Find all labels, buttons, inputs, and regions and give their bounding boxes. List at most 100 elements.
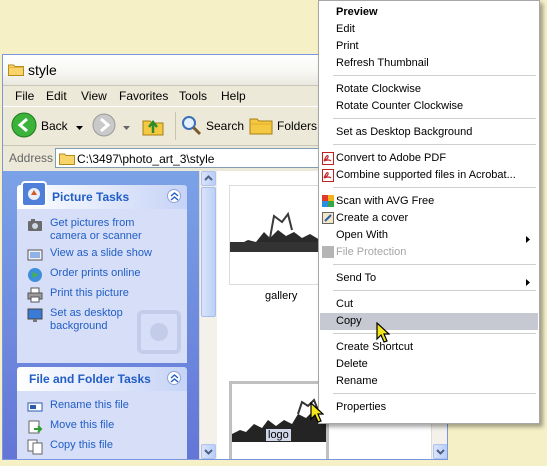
printer-icon <box>27 287 43 303</box>
file-folder-tasks-body: Rename this file Move this file Copy thi… <box>17 391 187 459</box>
menu-item-properties[interactable]: Properties <box>320 399 538 416</box>
task-label: View as a slide show <box>50 247 152 259</box>
back-arrow-icon <box>11 112 37 141</box>
avg-icon <box>322 195 334 210</box>
scroll-down-button[interactable] <box>201 444 216 459</box>
file-name-gallery[interactable]: gallery <box>265 290 297 302</box>
menu-item-rotate-clockwise[interactable]: Rotate Clockwise <box>320 81 538 98</box>
dropdown-arrow-icon[interactable] <box>75 119 83 133</box>
picture-tasks-icon <box>21 181 47 210</box>
menu-item-set-desktop-background[interactable]: Set as Desktop Background <box>320 124 538 141</box>
move-icon <box>27 419 43 435</box>
menu-item-preview[interactable]: Preview <box>320 4 538 21</box>
menu-item-copy[interactable]: Copy <box>320 313 538 330</box>
menu-item-create-cover[interactable]: Create a cover <box>320 210 538 227</box>
task-label: Order prints online <box>50 267 141 279</box>
menu-help[interactable]: Help <box>221 89 246 103</box>
menu-item-file-protection: File Protection <box>320 244 538 261</box>
menu-item-convert-to-pdf[interactable]: Convert to Adobe PDF <box>320 150 538 167</box>
picture-tasks-header[interactable]: Picture Tasks <box>17 181 187 209</box>
window-title: style <box>28 62 57 78</box>
file-name-logo[interactable]: logo <box>266 429 291 441</box>
menu-separator <box>333 118 536 119</box>
task-rename-file[interactable]: Rename this file <box>27 399 187 415</box>
forward-button[interactable] <box>91 112 130 140</box>
collapse-chevron-icon[interactable] <box>167 189 181 203</box>
task-get-pictures[interactable]: Get pictures from camera or scanner <box>27 217 187 243</box>
search-label: Search <box>206 119 245 133</box>
camera-icon <box>27 217 43 233</box>
picture-tasks-title: Picture Tasks <box>52 190 130 204</box>
menu-item-combine-in-acrobat[interactable]: Combine supported files in Acrobat... <box>320 167 538 184</box>
task-label: Get pictures from camera or scanner <box>50 217 142 242</box>
scroll-down-button[interactable] <box>433 444 447 459</box>
folder-icon <box>59 152 75 168</box>
file-folder-tasks-header[interactable]: File and Folder Tasks <box>17 367 187 391</box>
task-slide-show[interactable]: View as a slide show <box>27 247 187 263</box>
menu-separator <box>333 187 536 188</box>
folder-icon <box>8 63 24 79</box>
search-button[interactable]: Search <box>175 112 244 140</box>
menu-item-rotate-counter-clockwise[interactable]: Rotate Counter Clockwise <box>320 98 538 115</box>
menu-file[interactable]: File <box>15 89 34 103</box>
picture-tasks-body: Get pictures from camera or scanner View… <box>17 209 187 363</box>
folders-button[interactable]: Folders <box>249 112 317 140</box>
task-move-file[interactable]: Move this file <box>27 419 187 435</box>
up-folder-button[interactable] <box>141 112 165 140</box>
menu-item-delete[interactable]: Delete <box>320 356 538 373</box>
menu-item-scan-avg[interactable]: Scan with AVG Free <box>320 193 538 210</box>
forward-arrow-icon <box>91 112 117 141</box>
scroll-up-button[interactable] <box>201 171 216 186</box>
copy-icon <box>27 439 43 455</box>
collapse-chevron-icon[interactable] <box>167 371 181 385</box>
back-button[interactable]: Back <box>11 112 83 140</box>
menu-item-refresh-thumbnail[interactable]: Refresh Thumbnail <box>320 55 538 72</box>
task-order-prints[interactable]: Order prints online <box>27 267 187 283</box>
rename-icon <box>27 399 43 415</box>
file-folder-tasks-title: File and Folder Tasks <box>29 372 151 386</box>
menu-tools[interactable]: Tools <box>179 89 207 103</box>
protection-icon <box>322 246 334 261</box>
task-print-picture[interactable]: Print this picture <box>27 287 187 303</box>
context-menu: Preview Edit Print Refresh Thumbnail Rot… <box>318 0 540 424</box>
menu-item-edit[interactable]: Edit <box>320 21 538 38</box>
back-label: Back <box>41 119 68 133</box>
menu-edit[interactable]: Edit <box>46 89 67 103</box>
menu-favorites[interactable]: Favorites <box>119 89 168 103</box>
menu-item-cut[interactable]: Cut <box>320 296 538 313</box>
menu-item-rename[interactable]: Rename <box>320 373 538 390</box>
picture-watermark-icon <box>137 310 181 357</box>
scroll-thumb[interactable] <box>201 187 216 317</box>
menu-separator <box>333 144 536 145</box>
task-pane-scrollbar[interactable] <box>199 171 217 459</box>
task-label: Move this file <box>50 419 115 431</box>
acrobat-combine-icon <box>322 169 334 185</box>
menu-item-open-with[interactable]: Open With <box>320 227 538 244</box>
menu-separator <box>333 264 536 265</box>
up-folder-icon <box>141 113 165 140</box>
menu-item-send-to[interactable]: Send To <box>320 270 538 287</box>
task-copy-file[interactable]: Copy this file <box>27 439 187 455</box>
mouse-cursor-icon <box>376 321 391 347</box>
menu-separator <box>333 75 536 76</box>
slideshow-icon <box>27 247 43 263</box>
pdf-icon <box>322 152 334 168</box>
dropdown-arrow-icon[interactable] <box>123 119 130 133</box>
file-folder-tasks-panel: File and Folder Tasks Rename this file M… <box>17 367 187 459</box>
task-pane: Picture Tasks Get pictures from camera o… <box>3 171 199 459</box>
task-label: Set as desktop background <box>50 307 123 332</box>
menu-view[interactable]: View <box>81 89 107 103</box>
globe-icon <box>27 267 43 283</box>
menu-item-print[interactable]: Print <box>320 38 538 55</box>
picture-tasks-panel: Picture Tasks Get pictures from camera o… <box>17 181 187 363</box>
thumbnail-gallery[interactable] <box>229 185 329 285</box>
menu-item-create-shortcut[interactable]: Create Shortcut <box>320 339 538 356</box>
mouse-cursor-icon <box>310 401 325 427</box>
menu-separator <box>333 290 536 291</box>
search-icon <box>180 114 202 139</box>
folders-icon <box>249 114 273 139</box>
task-label: Print this picture <box>50 287 129 299</box>
menu-separator <box>333 393 536 394</box>
desktop-icon <box>27 307 43 323</box>
folders-label: Folders <box>277 119 318 133</box>
